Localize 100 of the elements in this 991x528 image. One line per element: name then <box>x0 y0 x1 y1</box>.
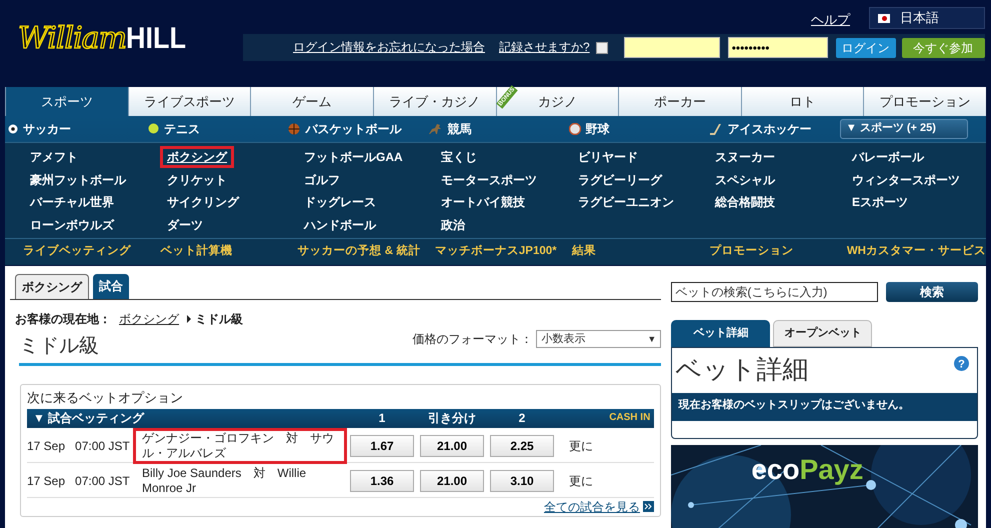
sport-label: バスケットボール <box>305 122 402 136</box>
betslip-message: 現在お客様のベットスリップはございません。 <box>672 393 977 422</box>
odds-button[interactable]: 2.25 <box>490 434 554 457</box>
search-field[interactable]: ベットの検索(こちらに入力) <box>671 282 878 302</box>
sport-link[interactable]: バスケットボール <box>285 122 426 136</box>
sport-link[interactable]: ダーツ <box>160 214 210 236</box>
quick-link[interactable]: サッカーの予想 & 統計 <box>298 245 435 259</box>
section-title: 次に来るベットオプション <box>27 390 184 406</box>
match-datetime: 17 Sep 07:00 JST <box>27 438 131 454</box>
odds-button[interactable]: 1.67 <box>350 434 414 457</box>
sport-link[interactable]: バーチャル世界 <box>23 191 121 214</box>
help-link[interactable]: ヘルプ <box>811 12 850 28</box>
betslip-tab[interactable]: オープンベット <box>773 320 872 347</box>
nav-tab[interactable]: スポーツ <box>5 87 128 116</box>
sport-link[interactable]: 豪州フットボール <box>23 168 133 191</box>
sport-link[interactable]: ビリヤード <box>571 146 645 168</box>
sport-link[interactable]: ボクシング <box>160 146 234 168</box>
quick-link[interactable]: プロモーション <box>710 245 847 259</box>
breadcrumb-label: お客様の現在地： <box>15 312 111 326</box>
remember-link[interactable]: 記録させますか? <box>499 40 590 55</box>
tennis-ball-icon <box>148 123 160 134</box>
flag-icon <box>878 14 890 22</box>
password-field[interactable]: ••••••••• <box>728 37 828 58</box>
login-button[interactable]: ログイン <box>836 38 896 58</box>
odds-button[interactable]: 21.00 <box>420 470 484 492</box>
hockey-stick-icon <box>708 122 723 135</box>
sport-link[interactable]: 競馬 <box>425 122 566 136</box>
caret-icon: ▼ <box>647 334 656 345</box>
sport-link[interactable]: テニス <box>145 122 286 136</box>
price-format-label: 価格のフォーマット： <box>412 332 532 347</box>
forgot-login-link[interactable]: ログイン情報をお忘れになった場合 <box>293 40 485 55</box>
breadcrumb-link[interactable]: ボクシング <box>119 312 179 326</box>
sport-link[interactable]: 総合格闘技 <box>708 191 782 214</box>
sport-label: アイスホッケー <box>728 122 812 136</box>
remember-checkbox[interactable] <box>596 42 608 54</box>
quick-link[interactable]: ライブベッティング <box>23 245 160 259</box>
sport-link[interactable]: サッカー <box>5 122 146 136</box>
sport-link[interactable]: ハンドボール <box>297 214 383 236</box>
breadcrumb-current: ミドル級 <box>195 312 243 326</box>
sport-link[interactable]: ローンボウルズ <box>23 214 121 236</box>
sport-link[interactable]: 宝くじ <box>434 146 484 168</box>
sport-link[interactable]: フットボールGAA <box>297 146 410 168</box>
sport-link[interactable]: オートバイ競技 <box>434 191 532 214</box>
price-format-select[interactable]: 小数表示 ▼ <box>536 330 662 348</box>
sport-link[interactable]: ドッグレース <box>297 191 383 214</box>
soccer-ball-icon <box>8 124 18 134</box>
betslip-tab[interactable]: ベット詳細 <box>671 320 770 347</box>
sport-link[interactable]: ラグビーリーグ <box>571 168 669 191</box>
sport-link[interactable]: 野球 <box>566 122 706 136</box>
more-sports-dropdown[interactable]: ▼ スポーツ (+ 25) <box>840 119 968 139</box>
nav-tab[interactable]: プロモーション <box>863 87 986 116</box>
sport-link[interactable]: 政治 <box>434 214 472 236</box>
help-icon[interactable]: ? <box>954 356 969 371</box>
sport-link[interactable]: ウィンタースポーツ <box>845 168 967 191</box>
baseball-icon <box>568 122 581 135</box>
more-link[interactable]: 更に <box>557 438 654 454</box>
sport-label: テニス <box>164 122 200 136</box>
odds-button[interactable]: 21.00 <box>420 434 484 457</box>
sport-link[interactable]: スヌーカー <box>708 146 782 168</box>
match-name[interactable]: ゲンナジー・ゴロフキン 対 サウル・アルバレズ <box>133 428 347 464</box>
sport-label: サッカー <box>23 122 71 136</box>
double-arrow-icon <box>643 500 654 512</box>
quick-link[interactable]: ベット計算機 <box>160 245 298 259</box>
basketball-icon <box>288 122 300 135</box>
betslip-title: ベット詳細 <box>675 354 808 386</box>
sport-link[interactable]: アメフト <box>23 146 85 168</box>
nav-tab[interactable]: ライブスポーツ <box>128 87 250 116</box>
quick-link[interactable]: 結果 <box>572 245 710 259</box>
content-tab[interactable]: 試合 <box>93 274 129 299</box>
quick-link[interactable]: WHカスタマー・サービス <box>846 245 986 259</box>
quick-link[interactable]: マッチボーナスJP100* <box>434 245 572 259</box>
sport-link[interactable]: モータースポーツ <box>434 168 544 191</box>
sport-link[interactable]: バレーボール <box>845 146 931 168</box>
match-datetime: 17 Sep 07:00 JST <box>27 474 131 488</box>
nav-tab[interactable]: ゲーム <box>250 87 373 116</box>
nav-tab[interactable]: ライブ・カジノ <box>372 87 496 116</box>
sport-link[interactable]: Eスポーツ <box>845 191 916 214</box>
odds-button[interactable]: 1.36 <box>350 470 414 492</box>
username-field[interactable] <box>624 37 720 58</box>
match-name[interactable]: Billy Joe Saunders 対 Willie Monroe Jr <box>133 462 347 499</box>
nav-tab[interactable]: ロト <box>740 87 864 116</box>
language-selector[interactable]: 日本語 <box>869 7 985 29</box>
search-button[interactable]: 検索 <box>886 282 978 302</box>
banner-logo: ecoPayz <box>751 453 864 487</box>
more-link[interactable]: 更に <box>557 474 654 488</box>
all-matches-link[interactable]: 全ての試合を見る <box>544 500 640 514</box>
logo: WilliamHILL <box>18 24 188 54</box>
nav-tab[interactable]: ポーカー <box>618 87 741 116</box>
sport-link[interactable]: クリケット <box>160 168 234 191</box>
sport-link[interactable]: ゴルフ <box>297 168 347 191</box>
sport-link[interactable]: スペシャル <box>708 168 782 191</box>
page-title: ミドル級 <box>19 334 99 358</box>
odds-button[interactable]: 3.10 <box>490 470 554 492</box>
sport-label: 競馬 <box>447 122 472 136</box>
sport-label: 野球 <box>586 122 610 136</box>
content-tab[interactable]: ボクシング <box>15 274 89 299</box>
table-header: ▼ 試合ベッティング 1 引き分け 2 CASH IN <box>27 408 654 428</box>
breadcrumb-arrow-icon <box>187 315 191 324</box>
sport-link[interactable]: サイクリング <box>160 191 246 214</box>
sport-link[interactable]: ラグビーユニオン <box>571 191 681 214</box>
